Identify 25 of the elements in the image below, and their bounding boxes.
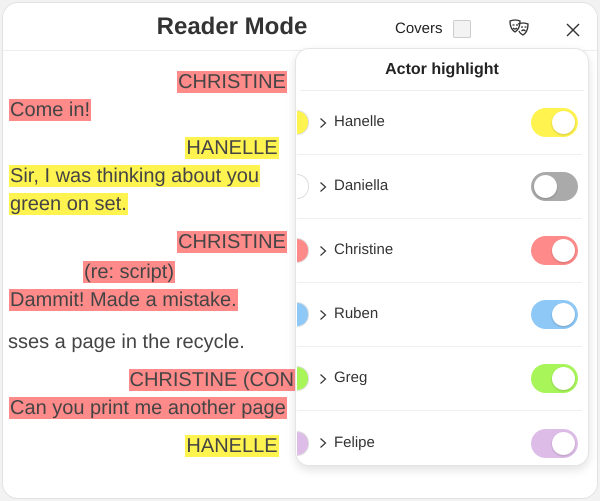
highlight-toggle[interactable]: [531, 172, 578, 201]
highlight-toggle[interactable]: [531, 428, 578, 458]
chevron-right-icon[interactable]: [319, 244, 327, 256]
chevron-right-icon[interactable]: [319, 180, 327, 192]
highlight-toggle[interactable]: [531, 364, 578, 393]
close-icon[interactable]: [566, 23, 580, 37]
highlight-toggle[interactable]: [531, 300, 578, 329]
actor-name: Christine: [334, 240, 394, 260]
window-title: Reader Mode: [156, 12, 308, 40]
chevron-right-icon[interactable]: [319, 437, 327, 449]
popover-title: Actor highlight: [385, 60, 499, 80]
covers-label: Covers: [395, 19, 443, 39]
actor-name: Greg: [334, 368, 368, 388]
highlight-toggle[interactable]: [531, 236, 578, 265]
covers-checkbox[interactable]: [452, 20, 471, 38]
actor-name: Hanelle: [334, 112, 385, 132]
chevron-right-icon[interactable]: [319, 372, 327, 384]
actor-name: Daniella: [334, 176, 388, 196]
actor-name: Felipe: [334, 432, 375, 453]
script-line: sses a page in the recycle.: [7, 331, 246, 353]
chevron-right-icon[interactable]: [319, 116, 327, 128]
theater-masks-icon[interactable]: [508, 19, 530, 37]
actor-name: Ruben: [334, 304, 378, 324]
chevron-right-icon[interactable]: [319, 308, 327, 320]
highlight-toggle[interactable]: [531, 108, 578, 137]
